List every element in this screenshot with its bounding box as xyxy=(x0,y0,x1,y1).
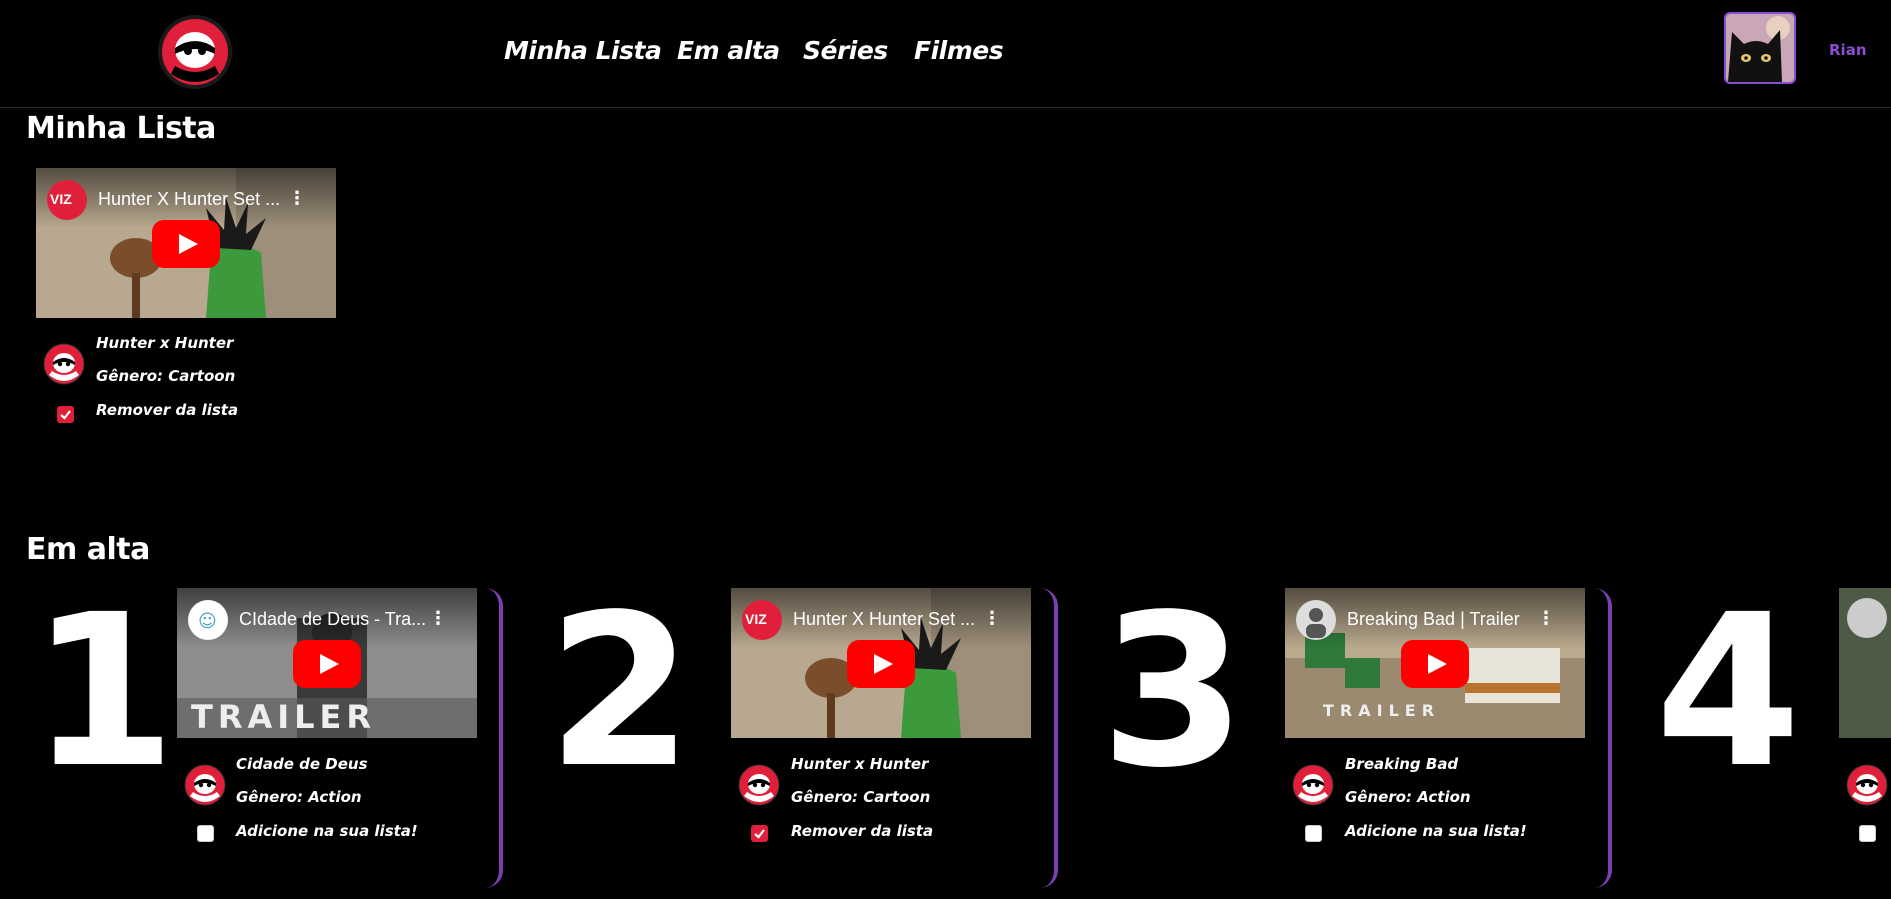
svg-text:TRAILER: TRAILER xyxy=(191,698,376,736)
ninja-logo-icon xyxy=(738,764,780,806)
video-title: Hunter X Hunter Set ... xyxy=(793,609,976,629)
more-options-icon[interactable]: ⋮ xyxy=(1537,610,1555,628)
remove-list-checkbox[interactable] xyxy=(57,406,74,423)
checkmark-icon xyxy=(60,410,71,420)
youtube-play-icon[interactable] xyxy=(152,220,220,268)
nav-series[interactable]: Séries xyxy=(803,36,888,65)
item-name: Cidade de Deus xyxy=(236,755,368,773)
rank-number: 3 xyxy=(1100,569,1247,814)
ninja-logo-icon[interactable] xyxy=(157,14,233,90)
trending-title: Em alta xyxy=(26,532,150,567)
remove-list-checkbox[interactable] xyxy=(751,825,768,842)
add-list-label[interactable]: Adicione na sua lista! xyxy=(236,822,418,840)
video-player-hunter[interactable]: VIZ Hunter X Hunter Set ... ⋮ xyxy=(731,588,1031,738)
channel-icon xyxy=(1296,600,1336,640)
viz-channel-icon: VIZ xyxy=(47,180,87,220)
item-genre: Gênero: Cartoon xyxy=(791,788,931,806)
video-thumbnail xyxy=(1839,588,1891,738)
cat-avatar-icon xyxy=(1726,14,1794,82)
item-name: Breaking Bad xyxy=(1345,755,1459,773)
svg-text:☺: ☺ xyxy=(198,611,217,632)
ninja-logo-icon xyxy=(43,343,85,385)
card-accent-border xyxy=(1592,588,1612,888)
rank-number: 1 xyxy=(30,569,177,814)
video-player-breaking-bad[interactable]: TRAILER Breaking Bad | Trailer ⋮ xyxy=(1285,588,1585,738)
remove-list-label[interactable]: Remover da lista xyxy=(791,822,933,840)
top-navbar: Minha Lista Em alta Séries Filmes Rian xyxy=(0,0,1891,108)
youtube-play-icon[interactable] xyxy=(847,640,915,688)
youtube-play-icon[interactable] xyxy=(293,640,361,688)
add-list-checkbox[interactable] xyxy=(1305,825,1322,842)
channel-icon: ☺ xyxy=(188,600,228,640)
ninja-logo-icon xyxy=(1292,764,1334,806)
more-options-icon[interactable]: ⋮ xyxy=(983,610,1001,628)
rank-number: 2 xyxy=(547,569,694,814)
user-avatar[interactable] xyxy=(1724,12,1796,84)
my-list-title: Minha Lista xyxy=(26,111,216,146)
add-list-checkbox[interactable] xyxy=(197,825,214,842)
video-title: Breaking Bad | Trailer xyxy=(1347,609,1520,629)
card-accent-border xyxy=(483,588,503,888)
item-genre: Gênero: Cartoon xyxy=(96,367,236,385)
video-title: CIdade de Deus - Tra... xyxy=(239,609,427,629)
more-options-icon[interactable]: ⋮ xyxy=(288,190,306,208)
username-label[interactable]: Rian xyxy=(1829,41,1867,59)
nav-em-alta[interactable]: Em alta xyxy=(677,36,780,65)
item-genre: Gênero: Action xyxy=(236,788,362,806)
svg-text:TRAILER: TRAILER xyxy=(1323,701,1440,720)
video-player-hunter[interactable]: VIZ Hunter X Hunter Set ... ⋮ xyxy=(36,168,336,318)
youtube-play-icon[interactable] xyxy=(1401,640,1469,688)
video-title: Hunter X Hunter Set ... xyxy=(98,189,281,209)
add-list-label[interactable]: Adicione na sua lista! xyxy=(1345,822,1527,840)
add-list-checkbox[interactable] xyxy=(1859,825,1876,842)
item-name: Hunter x Hunter xyxy=(96,334,234,352)
video-player-cidade-de-deus[interactable]: TRAILER ☺ CIdade de Deus - Tra... ⋮ xyxy=(177,588,477,738)
ninja-logo-icon xyxy=(1846,764,1888,806)
video-player-partial[interactable] xyxy=(1839,588,1891,738)
ninja-logo-icon xyxy=(184,764,226,806)
nav-filmes[interactable]: Filmes xyxy=(914,36,1004,65)
viz-channel-icon: VIZ xyxy=(742,600,782,640)
card-accent-border xyxy=(1038,588,1058,888)
checkmark-icon xyxy=(754,829,765,839)
item-name: Hunter x Hunter xyxy=(791,755,929,773)
remove-list-label[interactable]: Remover da lista xyxy=(96,401,238,419)
more-options-icon[interactable]: ⋮ xyxy=(429,610,447,628)
rank-number: 4 xyxy=(1655,569,1802,814)
item-genre: Gênero: Action xyxy=(1345,788,1471,806)
nav-minha-lista[interactable]: Minha Lista xyxy=(504,36,662,65)
